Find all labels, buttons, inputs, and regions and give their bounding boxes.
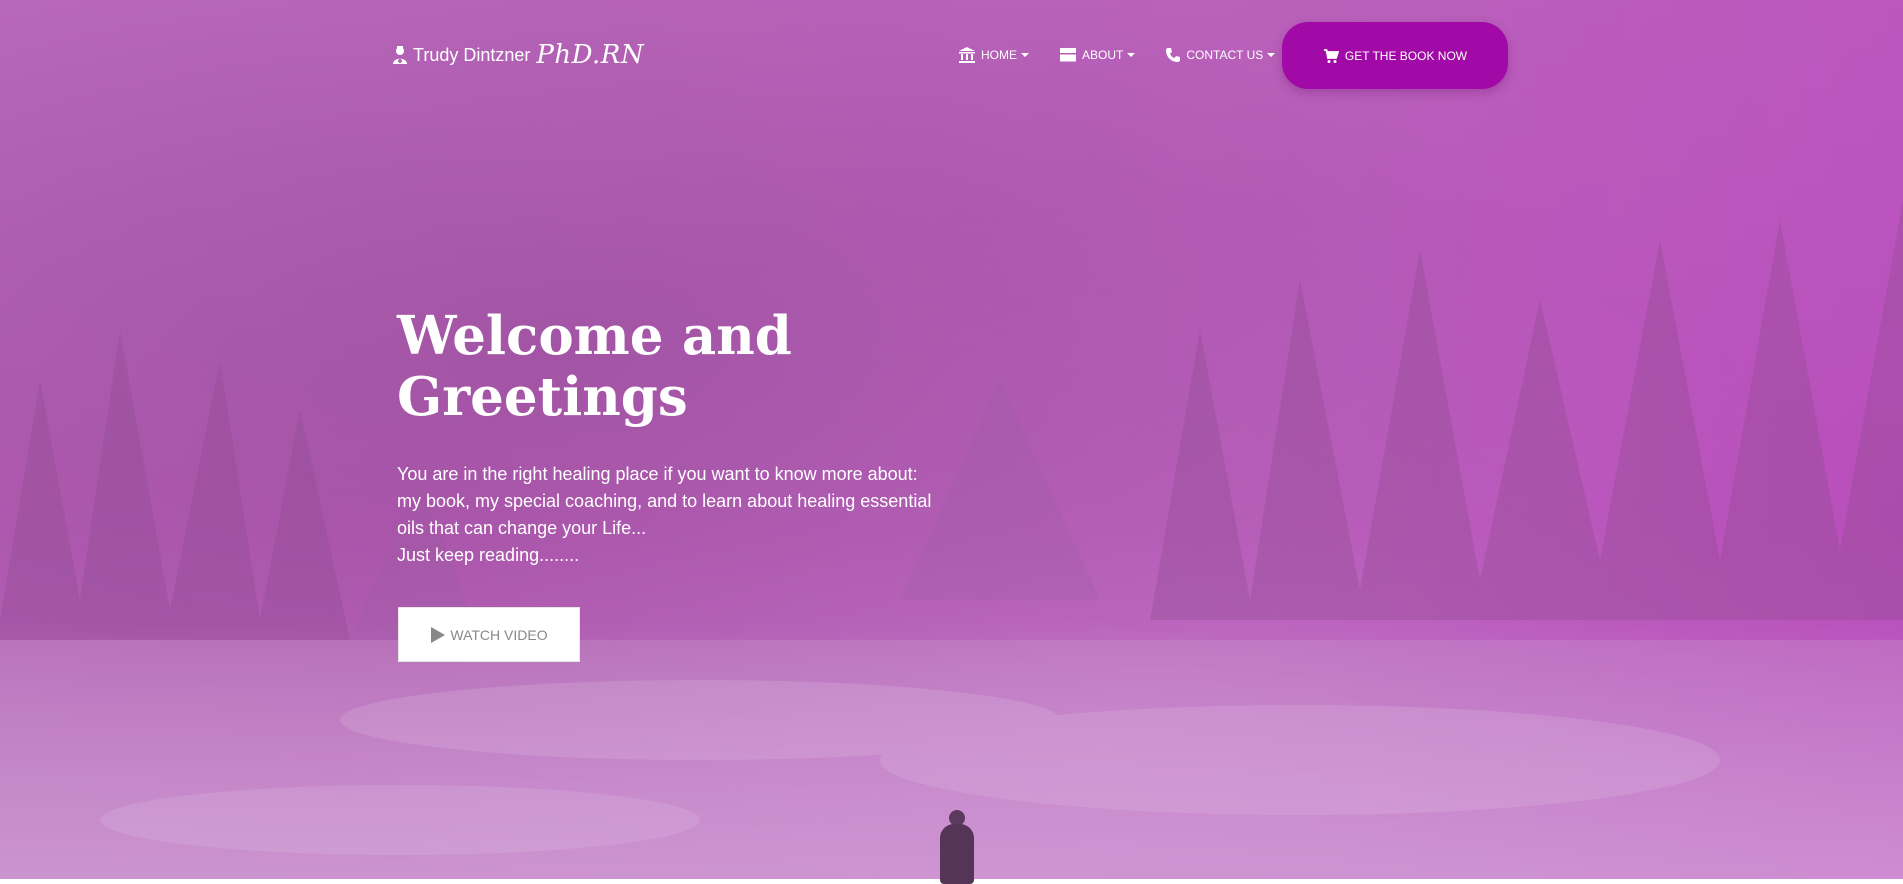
nav-item-home[interactable]: HOME — [958, 44, 1029, 66]
hero-body-line: You are in the right healing place if yo… — [397, 464, 918, 484]
brand-name: Trudy Dintzner — [413, 44, 531, 65]
chevron-down-icon — [1021, 53, 1029, 57]
hero-title-line-1: Welcome and — [397, 305, 792, 367]
cart-icon — [1323, 48, 1339, 63]
nav-item-contact[interactable]: CONTACT US — [1165, 44, 1276, 66]
phone-icon — [1166, 48, 1181, 62]
bank-icon — [959, 47, 975, 63]
hero-description: You are in the right healing place if yo… — [397, 461, 937, 569]
play-icon — [431, 626, 446, 643]
watch-video-button[interactable]: WATCH VIDEO — [398, 607, 580, 662]
get-the-book-button[interactable]: GET THE BOOK NOW — [1282, 22, 1508, 89]
hero-body-line: Just keep reading........ — [397, 545, 580, 565]
nav-about-label: ABOUT — [1082, 48, 1124, 62]
person-silhouette — [935, 810, 979, 884]
brand-title: PhD.RN — [536, 40, 645, 70]
hero-title: Welcome and Greetings — [397, 306, 957, 428]
site-brand[interactable]: Trudy Dintzner PhD.RN — [392, 40, 644, 70]
chevron-down-icon — [1127, 53, 1136, 57]
cta-label: GET THE BOOK NOW — [1344, 48, 1468, 63]
main-nav: HOME ABOUT CONTACT US — [958, 44, 1305, 66]
hero-title-line-2: Greetings — [397, 366, 688, 428]
hero-body-line: my book, my special coaching, and to lea… — [397, 491, 932, 511]
chevron-down-icon — [1267, 53, 1276, 57]
layout-icon — [1060, 48, 1076, 62]
hero-body-line: oils that can change your Life... — [397, 518, 647, 538]
user-nurse-icon — [393, 46, 407, 64]
nav-contact-label: CONTACT US — [1186, 48, 1264, 62]
nav-home-label: HOME — [981, 48, 1017, 62]
nav-item-about[interactable]: ABOUT — [1059, 44, 1136, 66]
watch-video-label: WATCH VIDEO — [450, 626, 548, 643]
